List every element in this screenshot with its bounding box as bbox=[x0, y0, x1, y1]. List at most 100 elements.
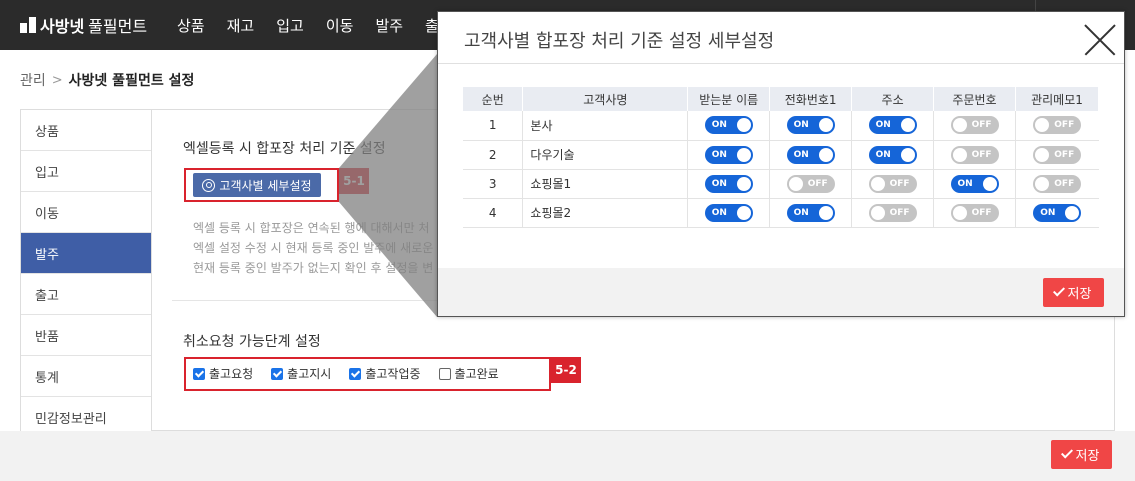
check-icon bbox=[1052, 284, 1065, 297]
toggle-cell: ON bbox=[769, 198, 853, 228]
checkbox-ship-instruction[interactable]: 출고지시 bbox=[271, 365, 331, 382]
sidebar-item-product[interactable]: 상품 bbox=[21, 110, 151, 151]
toggle-cell: ON bbox=[1015, 198, 1099, 228]
toggle-cell: OFF bbox=[933, 140, 1016, 170]
checkbox-checked-icon[interactable] bbox=[271, 367, 284, 380]
sidebar-item-receiving[interactable]: 입고 bbox=[21, 151, 151, 192]
toggle-knob bbox=[900, 147, 915, 162]
sidebar-item-transfer[interactable]: 이동 bbox=[21, 192, 151, 233]
toggle-on[interactable]: ON bbox=[786, 116, 835, 135]
toggle-off[interactable]: OFF bbox=[1033, 174, 1082, 193]
toggle-cell: ON bbox=[687, 140, 771, 170]
column-header: 받는분 이름 bbox=[687, 87, 771, 111]
toggle-label: ON bbox=[957, 178, 973, 189]
checkbox-checked-icon[interactable] bbox=[193, 367, 205, 380]
column-header: 주문번호 bbox=[933, 87, 1016, 111]
toggle-cell: OFF bbox=[933, 198, 1016, 228]
toggle-knob bbox=[952, 147, 967, 162]
toggle-on[interactable]: ON bbox=[950, 174, 999, 193]
logo-sub: 풀필먼트 bbox=[88, 17, 148, 36]
table-row: 2 다우기술 ON ON ON OFF OFF bbox=[463, 140, 1099, 170]
toggle-off[interactable]: OFF bbox=[868, 174, 917, 193]
save-label: 저장 bbox=[1075, 449, 1100, 464]
toggle-label: OFF bbox=[971, 149, 992, 160]
toggle-on[interactable]: ON bbox=[786, 145, 835, 164]
bottom-action-bar bbox=[0, 431, 1135, 481]
toggle-off[interactable]: OFF bbox=[1033, 145, 1082, 164]
toggle-on[interactable]: ON bbox=[704, 145, 753, 164]
toggle-cell: OFF bbox=[1015, 169, 1099, 199]
toggle-label: ON bbox=[711, 178, 727, 189]
toggle-off[interactable]: OFF bbox=[950, 116, 999, 135]
close-icon[interactable] bbox=[1079, 20, 1119, 60]
sidebar-item-returns[interactable]: 반품 bbox=[21, 315, 151, 356]
toggle-off[interactable]: OFF bbox=[950, 145, 999, 164]
breadcrumb-root[interactable]: 관리 bbox=[20, 70, 46, 90]
table-row: 1 본사 ON ON ON OFF OFF bbox=[463, 111, 1099, 141]
toggle-on[interactable]: ON bbox=[786, 203, 835, 222]
logo-mark-icon bbox=[20, 17, 36, 33]
customer-detail-settings-modal: 고객사별 합포장 처리 기준 설정 세부설정 순번 고객사명 받는분 이름 전화… bbox=[437, 11, 1125, 317]
callout-tag-5-1: 5-1 bbox=[339, 168, 369, 194]
toggle-knob bbox=[1035, 147, 1050, 162]
toggle-on[interactable]: ON bbox=[1033, 203, 1082, 222]
toggle-knob bbox=[1035, 118, 1050, 133]
logo-name: 사방넷 bbox=[40, 17, 85, 36]
sidebar-item-statistics[interactable]: 통계 bbox=[21, 356, 151, 397]
toggle-on[interactable]: ON bbox=[704, 174, 753, 193]
toggle-off[interactable]: OFF bbox=[786, 174, 835, 193]
toggle-knob bbox=[982, 176, 997, 191]
modal-title: 고객사별 합포장 처리 기준 설정 세부설정 bbox=[464, 31, 775, 52]
help-line: 현재 등록 중인 발주가 없는지 확인 후 설정을 변 bbox=[193, 261, 434, 275]
section-title-bundle-setting: 엑셀등록 시 합포장 처리 기준 설정 bbox=[183, 141, 386, 157]
toggle-off[interactable]: OFF bbox=[950, 203, 999, 222]
toggle-label: ON bbox=[875, 149, 891, 160]
toggle-cell: OFF bbox=[851, 198, 935, 228]
toggle-on[interactable]: ON bbox=[704, 203, 753, 222]
checkbox-ship-in-progress[interactable]: 출고작업중 bbox=[349, 365, 421, 382]
toggle-label: OFF bbox=[971, 120, 992, 131]
column-header: 관리메모1 bbox=[1015, 87, 1100, 111]
page-title: 사방넷 풀필먼트 설정 bbox=[68, 73, 195, 89]
toggle-knob bbox=[1065, 205, 1080, 220]
checkbox-label: 출고작업중 bbox=[365, 367, 421, 381]
table-row: 3 쇼핑몰1 ON OFF OFF ON OFF bbox=[463, 169, 1099, 199]
toggle-cell: ON bbox=[769, 140, 853, 170]
toggle-on[interactable]: ON bbox=[868, 145, 917, 164]
toggle-label: ON bbox=[875, 120, 891, 131]
modal-save-label: 저장 bbox=[1067, 287, 1092, 302]
toggle-knob bbox=[736, 118, 751, 133]
toggle-off[interactable]: OFF bbox=[868, 203, 917, 222]
toggle-knob bbox=[952, 118, 967, 133]
breadcrumb: 관리 > 사방넷 풀필먼트 설정 bbox=[20, 68, 194, 92]
toggle-cell: OFF bbox=[1015, 140, 1099, 170]
toggle-label: ON bbox=[1040, 207, 1056, 218]
toggle-off[interactable]: OFF bbox=[1033, 116, 1082, 135]
logo[interactable]: 사방넷 풀필먼트 bbox=[20, 13, 147, 37]
nav-item-order[interactable]: 발주 bbox=[375, 15, 403, 36]
toggle-cell: OFF bbox=[933, 111, 1016, 141]
checkbox-ship-request[interactable]: 출고요청 bbox=[193, 365, 253, 382]
nav-item-transfer[interactable]: 이동 bbox=[326, 15, 354, 36]
toggle-on[interactable]: ON bbox=[868, 116, 917, 135]
main-menu: 상품 재고 입고 이동 발주 출 bbox=[177, 0, 461, 50]
checkbox-ship-complete[interactable]: 출고완료 bbox=[438, 365, 499, 382]
sidebar-item-shipping[interactable]: 출고 bbox=[21, 274, 151, 315]
toggle-label: OFF bbox=[1054, 178, 1075, 189]
toggle-on[interactable]: ON bbox=[704, 116, 753, 135]
checkbox-checked-icon[interactable] bbox=[349, 367, 362, 380]
toggle-knob bbox=[870, 176, 885, 191]
nav-item-receiving[interactable]: 입고 bbox=[276, 15, 304, 36]
nav-item-product[interactable]: 상품 bbox=[177, 15, 205, 36]
nav-item-stock[interactable]: 재고 bbox=[227, 15, 255, 36]
toggle-label: OFF bbox=[1054, 120, 1075, 131]
checkbox-unchecked-icon[interactable] bbox=[438, 367, 451, 380]
highlight-box-5-1 bbox=[184, 168, 339, 202]
save-button[interactable]: 저장 bbox=[1051, 440, 1112, 469]
toggle-label: OFF bbox=[889, 207, 910, 218]
table-header-row: 순번 고객사명 받는분 이름 전화번호1 주소 주문번호 관리메모1 bbox=[463, 87, 1100, 111]
toggle-cell: ON bbox=[851, 111, 935, 141]
modal-save-button[interactable]: 저장 bbox=[1043, 278, 1104, 307]
toggle-label: OFF bbox=[807, 178, 828, 189]
sidebar-item-order[interactable]: 발주 bbox=[21, 233, 151, 274]
